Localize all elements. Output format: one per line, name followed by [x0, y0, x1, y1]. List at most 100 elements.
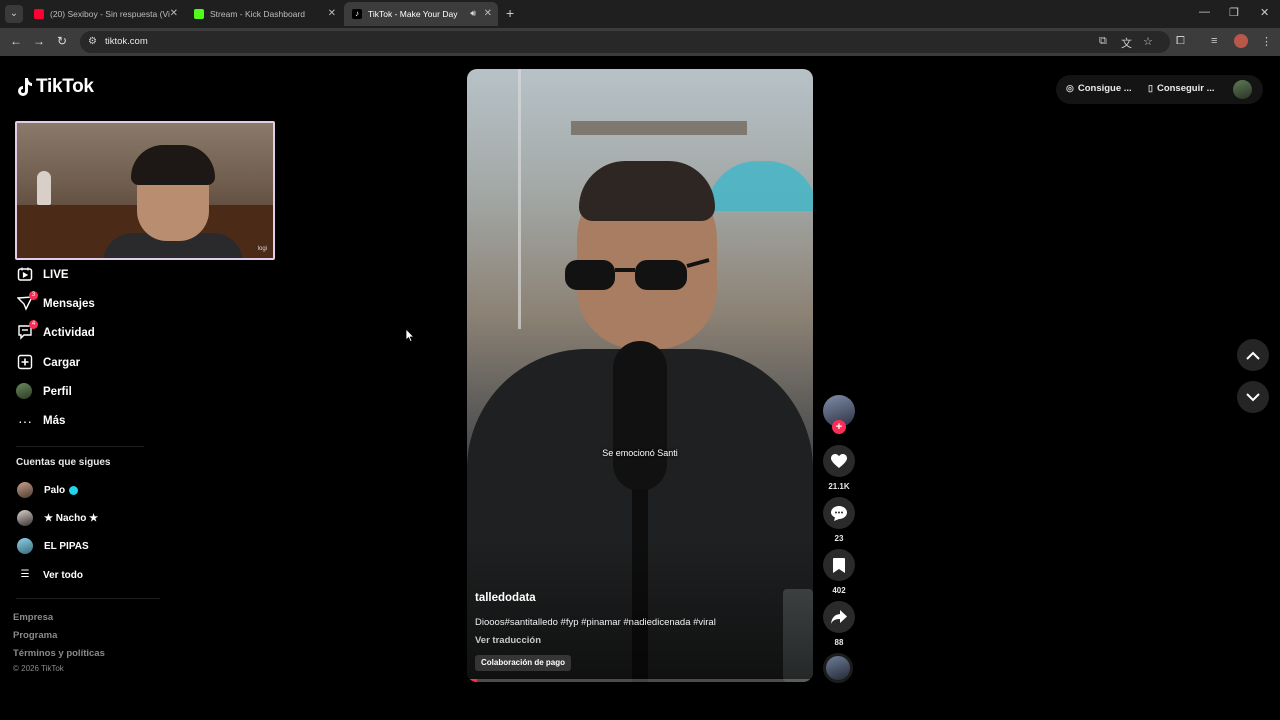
video-player[interactable]: Se emocionó Santi talledodata Diooos#san… — [467, 69, 813, 682]
video-hair — [579, 161, 715, 221]
close-window-icon[interactable]: ✕ — [1260, 6, 1269, 19]
tiktok-logo[interactable]: TikTok — [16, 76, 94, 98]
follow-plus-icon[interactable]: + — [832, 420, 846, 434]
tab-kick[interactable]: Stream - Kick Dashboard ✕ — [186, 2, 342, 26]
tab-title: Stream - Kick Dashboard — [210, 9, 305, 19]
avatar — [17, 510, 33, 526]
nav-item-upload[interactable]: Cargar — [16, 353, 80, 373]
get-app-button[interactable]: ▯ Conseguir ... — [1148, 83, 1215, 94]
chevron-up-icon — [1246, 351, 1260, 360]
video-awning — [571, 121, 747, 135]
avatar — [17, 482, 33, 498]
like-count: 21.1K — [828, 482, 850, 491]
microphone-shape — [613, 341, 667, 491]
following-account-palo[interactable]: Palo — [17, 481, 79, 499]
top-actions-bar: ◎ Consigue ... ▯ Conseguir ... — [1056, 75, 1263, 104]
paid-partnership-badge: Colaboración de pago — [475, 655, 572, 671]
close-tab-icon[interactable]: ✕ — [170, 8, 178, 19]
video-author[interactable]: talledodata — [475, 592, 536, 604]
browser-tab-bar: ⌄ (20) Sexiboy - Sin respuesta (Vi ✕ Str… — [0, 0, 1280, 28]
copyright: © 2026 TikTok — [13, 664, 64, 673]
forward-icon[interactable]: → — [33, 34, 45, 48]
get-app-label: Conseguir ... — [1156, 83, 1215, 94]
footer-link-terms[interactable]: Términos y políticas — [13, 648, 105, 659]
following-account-el-pipas[interactable]: EL PIPAS — [17, 537, 89, 555]
video-progress-bar[interactable] — [467, 679, 813, 682]
chevron-down-icon — [1246, 392, 1260, 401]
logo-text: TikTok — [36, 76, 94, 97]
video-description[interactable]: Diooos#santitalledo #fyp #pinamar #nadie… — [475, 617, 716, 628]
comment-button[interactable] — [823, 497, 855, 529]
nav-item-activity[interactable]: 4 Actividad — [16, 320, 95, 343]
nav-item-live[interactable]: LIVE — [16, 265, 69, 285]
minimize-icon[interactable]: — — [1199, 6, 1210, 18]
footer-link-company[interactable]: Empresa — [13, 612, 53, 623]
browser-menu-icon[interactable]: ⋮ — [1261, 35, 1272, 48]
nav-label: Perfil — [43, 386, 72, 398]
reload-icon[interactable]: ↻ — [57, 34, 67, 48]
lamp-shape — [37, 171, 51, 205]
save-button[interactable] — [823, 549, 855, 581]
person-hair — [131, 145, 215, 185]
tab-tiktok[interactable]: ♪ TikTok - Make Your Day 🔊︎ ✕ — [344, 2, 498, 26]
sidebar-divider — [16, 598, 160, 599]
translate-icon[interactable]: 文 — [1121, 35, 1132, 51]
verified-icon — [69, 485, 79, 495]
share-button[interactable] — [823, 601, 855, 633]
media-control-icon[interactable]: ≡ — [1211, 35, 1217, 47]
profile-avatar[interactable] — [1234, 34, 1248, 48]
nav-item-messages[interactable]: 3 Mensajes — [16, 291, 95, 314]
install-app-icon[interactable]: ⧉ — [1099, 35, 1107, 48]
phone-icon: ▯ — [1148, 83, 1153, 93]
nav-item-profile[interactable]: Perfil — [16, 382, 72, 402]
footer-link-program[interactable]: Programa — [13, 630, 57, 641]
following-title: Cuentas que sigues — [16, 457, 111, 468]
see-all-following[interactable]: ☰ Ver todo — [17, 566, 84, 584]
comment-count: 23 — [834, 534, 844, 543]
youtube-icon — [34, 9, 44, 19]
extensions-icon[interactable]: ⧠ — [1176, 35, 1185, 48]
site-info-icon[interactable]: ⚙︎ — [88, 36, 97, 47]
live-icon — [16, 266, 34, 284]
previous-video-button[interactable] — [1237, 339, 1269, 371]
sidebar-divider — [16, 446, 144, 447]
mouse-cursor-icon — [405, 328, 415, 343]
tab-title: (20) Sexiboy - Sin respuesta (Vi — [50, 9, 170, 19]
nav-label: Más — [43, 415, 66, 427]
address-bar[interactable]: ⚙︎ tiktok.com — [80, 31, 1170, 53]
user-avatar[interactable] — [1233, 80, 1252, 99]
tiktok-icon: ♪ — [352, 9, 362, 19]
account-name: EL PIPAS — [44, 540, 89, 552]
kick-icon — [194, 9, 204, 19]
see-translation-link[interactable]: Ver traducción — [475, 635, 541, 646]
more-icon: ··· — [18, 413, 32, 429]
tab-search-button[interactable]: ⌄ — [5, 5, 23, 23]
get-coins-label: Consigue ... — [1077, 83, 1132, 94]
close-tab-icon[interactable]: ✕ — [484, 8, 492, 19]
following-account-nacho[interactable]: ★ Nacho ★ — [17, 509, 98, 527]
save-count: 402 — [832, 586, 846, 595]
share-icon — [831, 610, 847, 624]
video-pole — [518, 69, 521, 329]
coin-icon: ◎ — [1066, 83, 1074, 93]
sunglasses-shape — [565, 258, 710, 290]
bookmark-star-icon[interactable]: ☆ — [1143, 35, 1153, 48]
profile-icon — [16, 383, 34, 401]
next-video-button[interactable] — [1237, 381, 1269, 413]
speaker-icon[interactable]: 🔊︎ — [470, 8, 476, 19]
url-text: tiktok.com — [105, 36, 148, 47]
close-tab-icon[interactable]: ✕ — [328, 8, 336, 19]
activity-icon: 4 — [16, 320, 38, 342]
back-icon[interactable]: ← — [10, 34, 22, 48]
original-sound-avatar[interactable] — [823, 653, 853, 683]
get-coins-button[interactable]: ◎ Consigue ... — [1066, 83, 1132, 94]
see-all-label: Ver todo — [43, 569, 84, 581]
avatar — [17, 538, 33, 554]
notification-badge: 4 — [29, 320, 38, 329]
restore-icon[interactable]: ❐ — [1229, 6, 1239, 19]
like-button[interactable] — [823, 445, 855, 477]
new-tab-button[interactable]: + — [506, 5, 514, 21]
nav-item-more[interactable]: ··· Más — [16, 411, 65, 431]
account-name: ★ Nacho ★ — [44, 512, 99, 524]
tab-youtube[interactable]: (20) Sexiboy - Sin respuesta (Vi ✕ — [26, 2, 184, 26]
